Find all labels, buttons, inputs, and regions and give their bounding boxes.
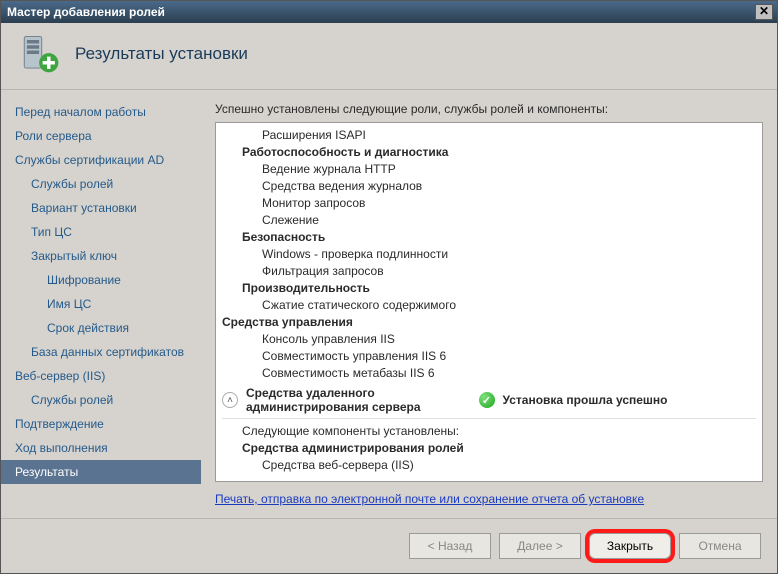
sidebar-item-4[interactable]: Вариант установки: [1, 196, 201, 220]
tree-row: Совместимость управления IIS 6: [262, 348, 756, 365]
close-button[interactable]: Закрыть: [589, 533, 671, 559]
cancel-button: Отмена: [679, 533, 761, 559]
status-row: ˄ Средства удаленного администрирования …: [222, 386, 756, 414]
tree-row: Ведение журнала HTTP: [262, 161, 756, 178]
tree-row: Windows - проверка подлинности: [262, 246, 756, 263]
sidebar-item-15[interactable]: Результаты: [1, 460, 201, 484]
sidebar-item-6[interactable]: Закрытый ключ: [1, 244, 201, 268]
tree-row: Фильтрация запросов: [262, 263, 756, 280]
wizard-footer: < Назад Далее > Закрыть Отмена: [1, 518, 777, 573]
tree-row: Производительность: [242, 280, 756, 297]
server-add-icon: [19, 33, 61, 75]
tree-row: Слежение: [262, 212, 756, 229]
tree-row: Консоль управления IIS: [262, 331, 756, 348]
tree-row: Сжатие статического содержимого: [262, 297, 756, 314]
post-intro: Следующие компоненты установлены:: [242, 423, 756, 440]
post-heading: Средства администрирования ролей: [242, 440, 756, 457]
tree-row: Средства ведения журналов: [262, 178, 756, 195]
page-title: Результаты установки: [75, 44, 248, 64]
tree-row: Расширения ISAPI: [262, 127, 756, 144]
tree-row: Средства управления: [222, 314, 756, 331]
sidebar-item-3[interactable]: Службы ролей: [1, 172, 201, 196]
chevron-up-icon[interactable]: ˄: [222, 392, 238, 408]
sidebar-item-7[interactable]: Шифрование: [1, 268, 201, 292]
post-item: Средства веб-сервера (IIS): [262, 457, 756, 474]
results-panel[interactable]: Расширения ISAPIРаботоспособность и диаг…: [215, 122, 763, 482]
tree-row: Работоспособность и диагностика: [242, 144, 756, 161]
main-panel: Успешно установлены следующие роли, служ…: [201, 90, 777, 518]
sidebar-item-10[interactable]: База данных сертификатов: [1, 340, 201, 364]
intro-text: Успешно установлены следующие роли, служ…: [215, 102, 763, 116]
status-title: Средства удаленного администрирования се…: [246, 386, 421, 414]
sidebar-item-5[interactable]: Тип ЦС: [1, 220, 201, 244]
titlebar: Мастер добавления ролей ✕: [1, 1, 777, 23]
report-link[interactable]: Печать, отправка по электронной почте ил…: [215, 492, 763, 506]
status-text: Установка прошла успешно: [503, 393, 668, 407]
sidebar-item-12[interactable]: Службы ролей: [1, 388, 201, 412]
wizard-header: Результаты установки: [1, 23, 777, 90]
success-icon: ✓: [479, 392, 495, 408]
sidebar-item-13[interactable]: Подтверждение: [1, 412, 201, 436]
tree-row: Совместимость метабазы IIS 6: [262, 365, 756, 382]
sidebar-item-14[interactable]: Ход выполнения: [1, 436, 201, 460]
next-button: Далее >: [499, 533, 581, 559]
tree-row: Монитор запросов: [262, 195, 756, 212]
sidebar-item-2[interactable]: Службы сертификации AD: [1, 148, 201, 172]
wizard-body: Перед началом работыРоли сервераСлужбы с…: [1, 90, 777, 518]
sidebar-item-1[interactable]: Роли сервера: [1, 124, 201, 148]
tree-row: Безопасность: [242, 229, 756, 246]
back-button: < Назад: [409, 533, 491, 559]
sidebar-item-0[interactable]: Перед началом работы: [1, 100, 201, 124]
sidebar-item-11[interactable]: Веб-сервер (IIS): [1, 364, 201, 388]
sidebar-item-9[interactable]: Срок действия: [1, 316, 201, 340]
wizard-window: Мастер добавления ролей ✕ Результаты уст…: [0, 0, 778, 574]
sidebar-item-8[interactable]: Имя ЦС: [1, 292, 201, 316]
sidebar: Перед началом работыРоли сервераСлужбы с…: [1, 90, 201, 518]
window-title: Мастер добавления ролей: [7, 5, 165, 19]
close-icon[interactable]: ✕: [755, 4, 773, 20]
